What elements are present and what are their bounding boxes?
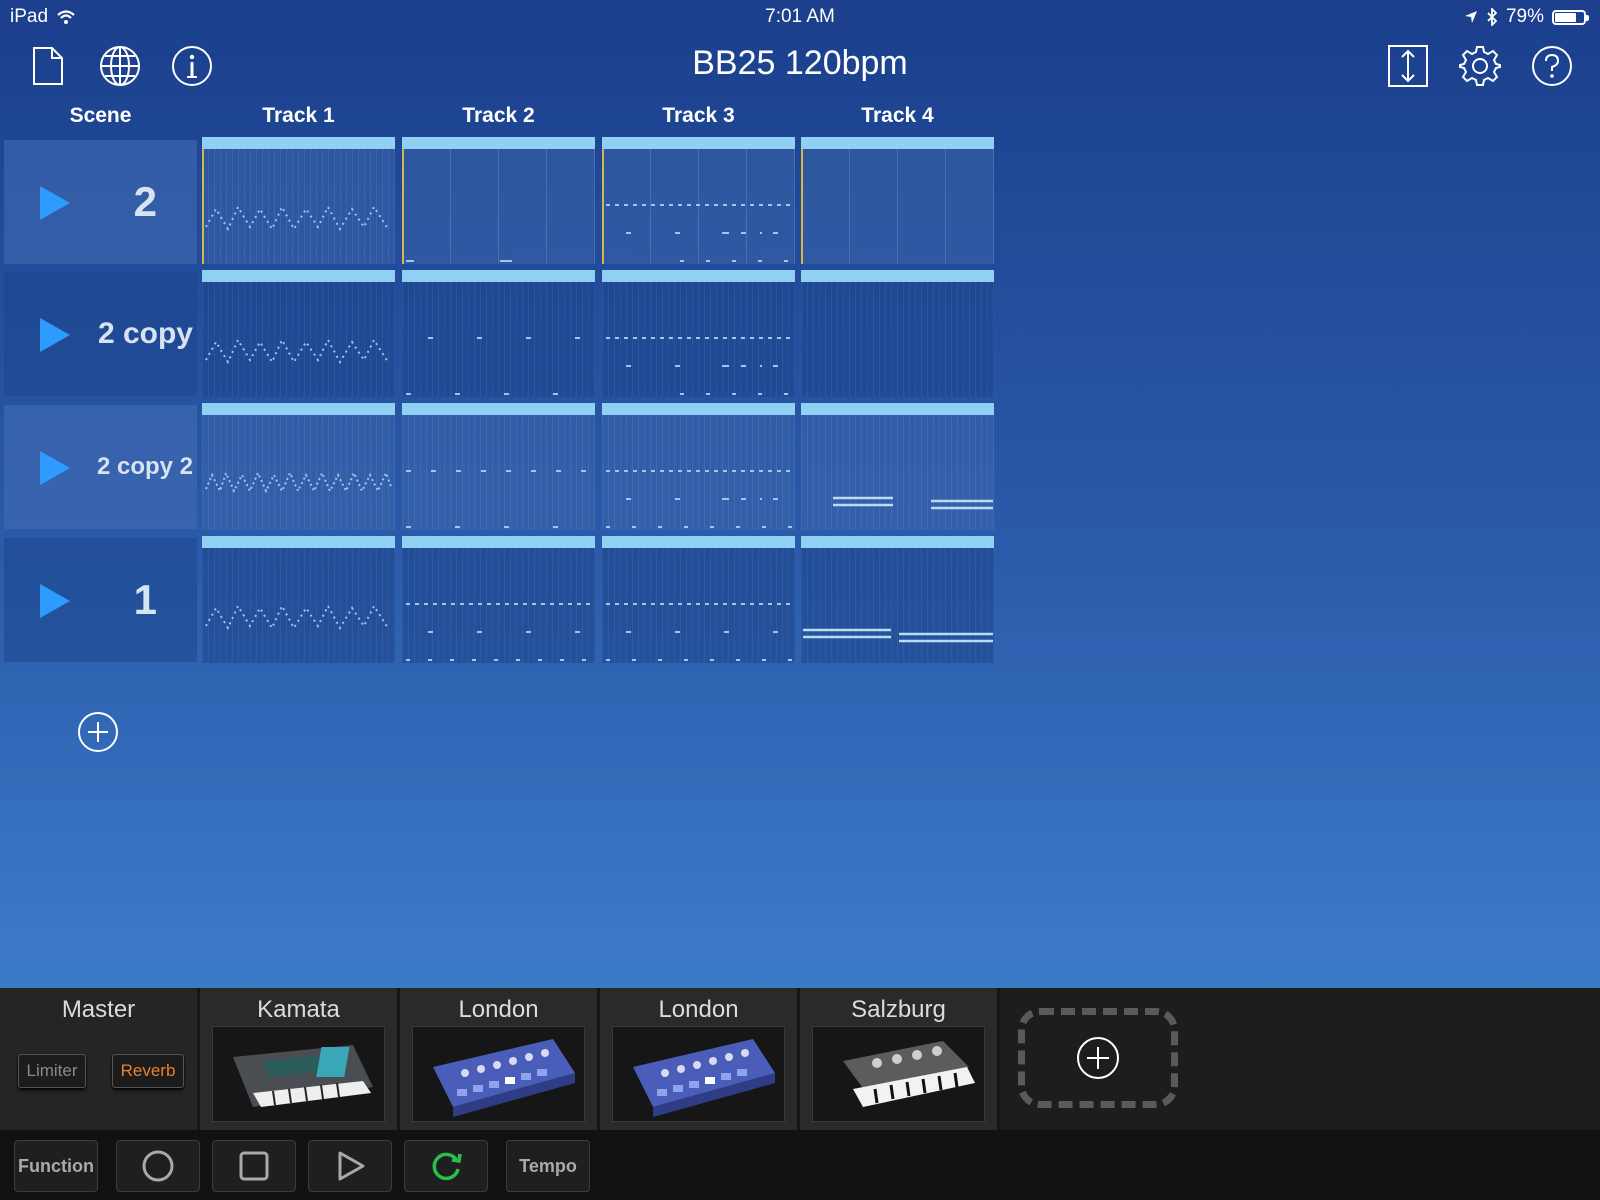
- bluetooth-icon: [1487, 8, 1498, 26]
- scene-header: Scene: [69, 104, 132, 127]
- track-header-2: Track 2: [462, 104, 535, 127]
- stop-icon: [239, 1151, 269, 1181]
- scene-label: 1: [133, 576, 157, 623]
- clip-scene1-track2[interactable]: [402, 536, 595, 663]
- clip-2copy-track4[interactable]: [801, 270, 994, 397]
- record-icon: [142, 1150, 174, 1182]
- clip-scene1-track4[interactable]: [801, 536, 994, 663]
- instrument-slot-kamata[interactable]: Kamata: [200, 988, 400, 1130]
- clip-2copy2-track3[interactable]: [602, 403, 795, 530]
- loop-icon: [432, 1152, 462, 1181]
- kamata-synth-image: [212, 1026, 385, 1122]
- status-bar: iPad 7:01 AM 79%: [0, 0, 1600, 34]
- clip-2copy2-track1[interactable]: [202, 403, 395, 530]
- scene-row-1[interactable]: 1: [4, 538, 197, 662]
- instrument-slot-london-2[interactable]: London: [600, 988, 800, 1130]
- instrument-slot-london-1[interactable]: London: [400, 988, 600, 1130]
- salzburg-synth-image: [812, 1026, 985, 1122]
- help-icon[interactable]: [1528, 42, 1576, 90]
- add-instrument-button[interactable]: [1018, 1008, 1178, 1108]
- gear-icon[interactable]: [1456, 42, 1504, 90]
- play-icon[interactable]: [40, 584, 70, 618]
- function-button[interactable]: Function: [14, 1140, 98, 1192]
- clock: 7:01 AM: [765, 6, 835, 27]
- scene-label: 2 copy: [97, 317, 193, 350]
- scene-row-2-copy[interactable]: 2 copy: [4, 272, 197, 396]
- play-button[interactable]: [308, 1140, 392, 1192]
- play-icon: [338, 1151, 365, 1181]
- tempo-button[interactable]: Tempo: [506, 1140, 590, 1192]
- london-drum-machine-image: [412, 1026, 585, 1122]
- instrument-name: Kamata: [257, 996, 340, 1023]
- play-icon[interactable]: [40, 186, 70, 220]
- instrument-name: London: [658, 996, 739, 1023]
- master-label: Master: [61, 996, 136, 1023]
- clip-scene2-track3[interactable]: [602, 137, 795, 264]
- instrument-slot-salzburg[interactable]: Salzburg: [800, 988, 1000, 1130]
- battery-icon: [1552, 9, 1589, 25]
- plus-circle-icon: [1077, 1037, 1119, 1079]
- clip-2copy2-track2[interactable]: [402, 403, 595, 530]
- clip-scene1-track1[interactable]: [202, 536, 395, 663]
- scene-label: 2: [133, 178, 157, 225]
- plus-circle-icon: [78, 712, 118, 752]
- resize-vertical-icon[interactable]: [1384, 42, 1432, 90]
- add-scene-button[interactable]: [78, 712, 118, 752]
- loop-button[interactable]: [404, 1140, 488, 1192]
- track-header-1: Track 1: [262, 104, 335, 127]
- track-header-3: Track 3: [662, 104, 735, 127]
- record-button[interactable]: [116, 1140, 200, 1192]
- track-header-4: Track 4: [861, 104, 934, 127]
- clip-2copy-track3[interactable]: [602, 270, 795, 397]
- scene-row-2[interactable]: 2: [4, 140, 197, 264]
- instrument-name: Salzburg: [851, 996, 946, 1023]
- play-icon[interactable]: [40, 318, 70, 352]
- clip-2copy2-track4[interactable]: [801, 403, 994, 530]
- scene-label: 2 copy 2: [96, 453, 193, 480]
- clip-scene2-track2[interactable]: [402, 137, 595, 264]
- master-slot[interactable]: Master Limiter Reverb: [0, 988, 200, 1130]
- clip-scene2-track4[interactable]: [801, 137, 994, 264]
- limiter-button[interactable]: Limiter: [18, 1054, 86, 1088]
- stop-button[interactable]: [212, 1140, 296, 1192]
- location-icon: [1464, 11, 1477, 23]
- scene-row-2-copy-2[interactable]: 2 copy 2: [4, 405, 197, 529]
- play-icon[interactable]: [40, 451, 70, 485]
- instrument-rack: Master Limiter Reverb Kamata London Lond…: [0, 988, 1600, 1130]
- instrument-name: London: [458, 996, 539, 1023]
- battery-percent: 79%: [1505, 6, 1544, 27]
- song-title: BB25 120bpm: [692, 44, 908, 82]
- clip-2copy-track2[interactable]: [402, 270, 595, 397]
- transport-bar: Function Tempo: [0, 1130, 1600, 1200]
- london-drum-machine-image: [612, 1026, 785, 1122]
- clip-scene2-track1[interactable]: [202, 137, 395, 264]
- clip-2copy-track1[interactable]: [202, 270, 395, 397]
- clip-scene1-track3[interactable]: [602, 536, 795, 663]
- reverb-button[interactable]: Reverb: [112, 1054, 184, 1088]
